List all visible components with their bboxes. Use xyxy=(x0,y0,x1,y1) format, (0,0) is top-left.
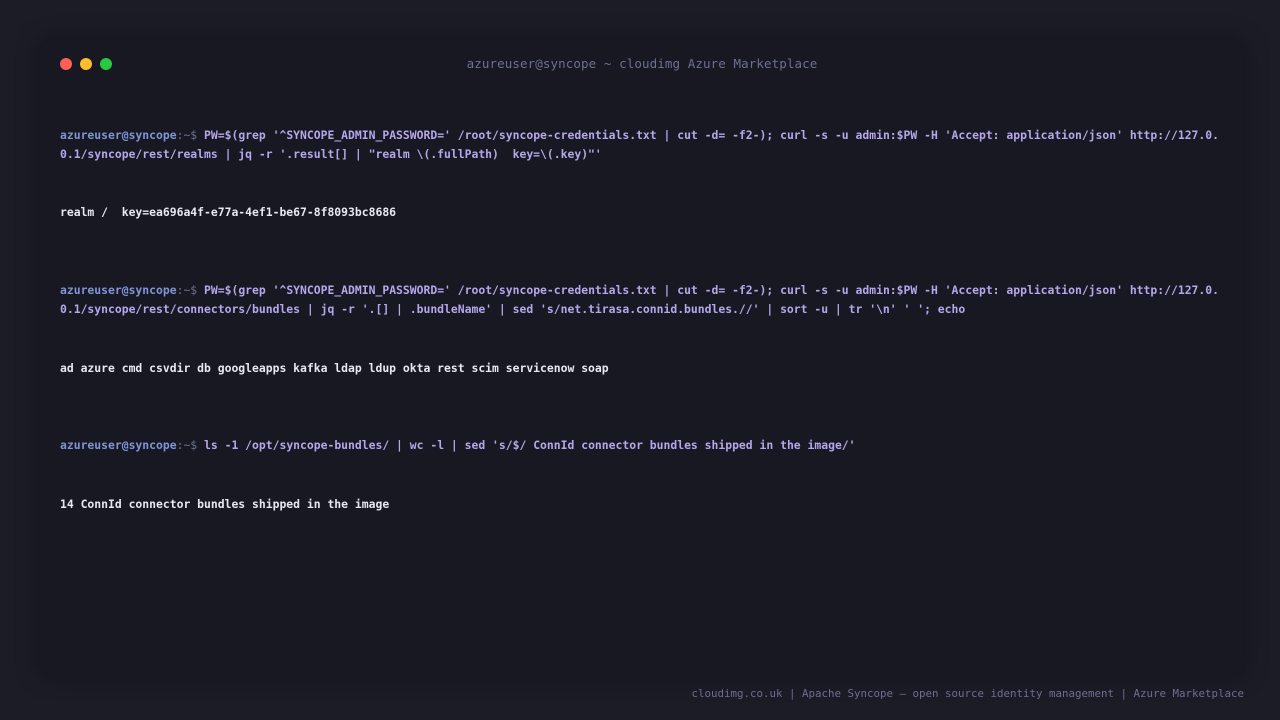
title-bar: azureuser@syncope ~ cloudimg Azure Marke… xyxy=(40,40,1244,86)
terminal-window: azureuser@syncope ~ cloudimg Azure Marke… xyxy=(40,40,1244,676)
prompt-suffix: :~$ xyxy=(176,438,205,453)
command-text: PW=$(grep '^SYNCOPE_ADMIN_PASSWORD=' /ro… xyxy=(60,283,1219,317)
footer-caption: cloudimg.co.uk | Apache Syncope — open s… xyxy=(691,687,1244,700)
terminal-output[interactable]: azureuser@syncope:~$ PW=$(grep '^SYNCOPE… xyxy=(60,87,1220,553)
command-line: azureuser@syncope:~$ ls -1 /opt/syncope-… xyxy=(60,436,1220,455)
prompt-suffix: :~$ xyxy=(176,127,205,142)
prompt-user-host: azureuser@syncope xyxy=(60,438,177,453)
prompt-user-host: azureuser@syncope xyxy=(60,283,177,298)
command-line: azureuser@syncope:~$ PW=$(grep '^SYNCOPE… xyxy=(60,126,1220,165)
prompt-user-host: azureuser@syncope xyxy=(60,127,177,142)
command-output: realm / key=ea696a4f-e77a-4ef1-be67-8f80… xyxy=(60,205,397,220)
command-line: azureuser@syncope:~$ PW=$(grep '^SYNCOPE… xyxy=(60,281,1220,320)
prompt-suffix: :~$ xyxy=(176,283,205,298)
command-output: 14 ConnId connector bundles shipped in t… xyxy=(60,496,390,511)
command-output: ad azure cmd csvdir db googleapps kafka … xyxy=(60,360,609,375)
window-title: azureuser@syncope ~ cloudimg Azure Marke… xyxy=(466,56,818,71)
command-text: PW=$(grep '^SYNCOPE_ADMIN_PASSWORD=' /ro… xyxy=(60,127,1219,162)
command-text: ls -1 /opt/syncope-bundles/ | wc -l | se… xyxy=(204,438,856,453)
